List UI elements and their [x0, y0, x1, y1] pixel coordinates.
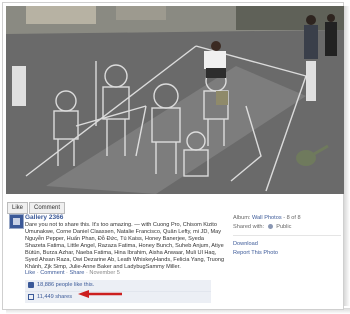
screenshot-frame: Like Comment Gallery 2366 Dare you not to…	[0, 0, 350, 314]
comment-photo-button[interactable]: Comment	[29, 202, 66, 214]
author-avatar[interactable]	[9, 214, 24, 229]
shared-with-row: Shared with: Public	[233, 223, 341, 232]
thumbs-up-icon	[28, 282, 34, 288]
likes-count-text[interactable]: 18,886 people like this.	[37, 282, 94, 288]
meta-like-link[interactable]: Like	[25, 270, 35, 276]
download-link[interactable]: Download	[233, 240, 341, 249]
post-body-text: Dare you not to share this. It's too ama…	[25, 222, 225, 270]
meta-comment-link[interactable]: Comment	[40, 270, 64, 276]
globe-icon	[267, 224, 273, 230]
drop-shadow-right	[344, 6, 350, 306]
street-chalk-art-illustration	[6, 6, 344, 194]
album-position: - 8 of 8	[283, 215, 301, 221]
photo-action-bar: Like Comment	[7, 196, 66, 214]
sidebar-divider	[233, 235, 341, 236]
post-meta-line: Like · Comment · Share · November 5	[25, 270, 120, 276]
report-photo-link[interactable]: Report This Photo	[233, 249, 341, 258]
album-label: Album:	[233, 215, 251, 221]
album-link[interactable]: Wall Photos	[252, 215, 282, 221]
album-row: Album: Wall Photos - 8 of 8	[233, 214, 341, 223]
share-icon	[28, 294, 34, 300]
shared-with-label: Shared with:	[233, 224, 265, 230]
shared-with-value[interactable]: Public	[276, 224, 291, 230]
post-date[interactable]: November 5	[89, 270, 119, 276]
meta-share-link[interactable]: Share	[69, 270, 84, 276]
facebook-photo-card: Like Comment Gallery 2366 Dare you not to…	[2, 2, 344, 310]
photo-image[interactable]	[6, 6, 344, 194]
red-arrow-annotation-icon	[78, 290, 122, 298]
shares-count-text[interactable]: 11,449 shares	[37, 294, 72, 300]
photo-sidebar: Album: Wall Photos - 8 of 8 Shared with:…	[233, 214, 341, 258]
avatar-placeholder-icon	[13, 218, 20, 225]
like-photo-button[interactable]: Like	[7, 202, 29, 214]
post-author[interactable]: Gallery 2366	[25, 214, 63, 221]
